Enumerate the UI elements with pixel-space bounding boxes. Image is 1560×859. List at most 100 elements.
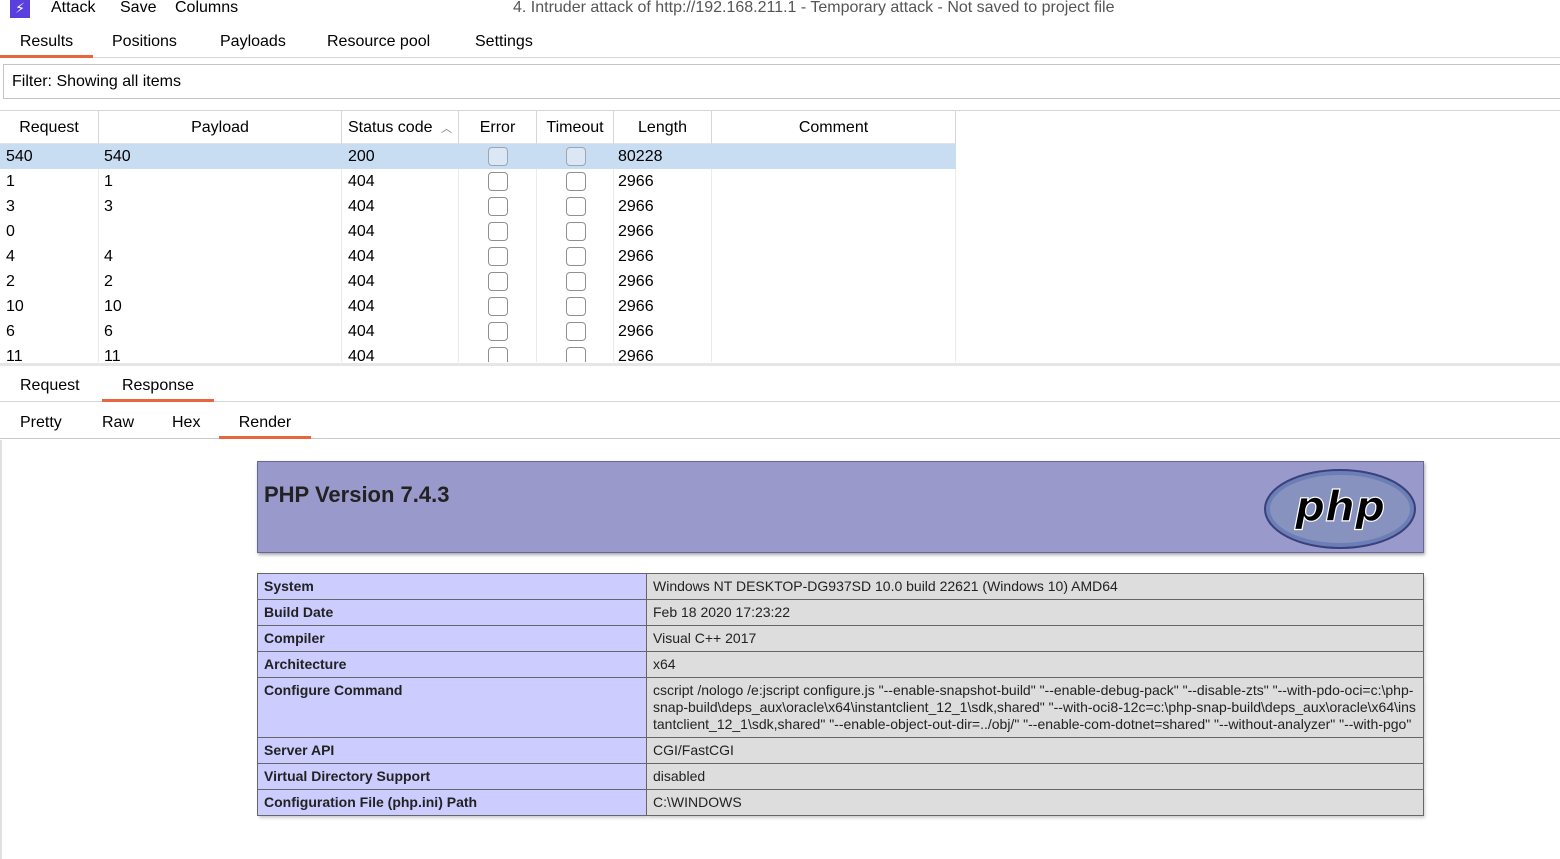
- tab-pretty[interactable]: Pretty: [20, 409, 62, 439]
- error-checkbox: [488, 197, 508, 216]
- column-header-length[interactable]: Length: [614, 111, 712, 144]
- column-header-comment[interactable]: Comment: [712, 111, 956, 144]
- timeout-checkbox: [566, 322, 586, 341]
- phpinfo-value: Windows NT DESKTOP-DG937SD 10.0 build 22…: [646, 573, 1424, 600]
- cell-request: 11: [6, 348, 23, 362]
- php-logo-icon: php: [1264, 469, 1416, 549]
- menu-columns[interactable]: Columns: [175, 0, 238, 18]
- phpinfo-key: Compiler: [257, 625, 647, 652]
- column-header-error[interactable]: Error: [459, 111, 537, 144]
- tab-raw[interactable]: Raw: [102, 409, 134, 439]
- phpinfo-key: Server API: [257, 737, 647, 764]
- tab-resource-pool[interactable]: Resource pool: [327, 28, 430, 58]
- cell-payload: 3: [104, 198, 113, 215]
- tab-payloads[interactable]: Payloads: [220, 28, 286, 58]
- error-checkbox: [488, 172, 508, 191]
- phpinfo-row: Build Date Feb 18 2020 17:23:22: [257, 599, 1424, 626]
- tab-hex[interactable]: Hex: [172, 409, 200, 439]
- phpinfo-key: Build Date: [257, 599, 647, 626]
- menu-attack[interactable]: Attack: [51, 0, 95, 18]
- column-header-timeout[interactable]: Timeout: [537, 111, 614, 144]
- phpinfo-row: Compiler Visual C++ 2017: [257, 625, 1424, 652]
- tab-results[interactable]: Results: [0, 28, 93, 58]
- phpinfo-key: Virtual Directory Support: [257, 763, 647, 790]
- cell-status-code: 404: [348, 198, 375, 215]
- cell-status-code: 404: [348, 298, 375, 315]
- error-checkbox: [488, 322, 508, 341]
- cell-payload: 6: [104, 323, 113, 340]
- window-title: 4. Intruder attack of http://192.168.211…: [513, 0, 1115, 16]
- cell-request: 4: [6, 248, 15, 265]
- error-checkbox: [488, 247, 508, 266]
- cell-payload: 10: [104, 298, 122, 315]
- cell-request: 6: [6, 323, 15, 340]
- phpinfo-row: Server API CGI/FastCGI: [257, 737, 1424, 764]
- error-checkbox: [488, 272, 508, 291]
- cell-status-code: 404: [348, 273, 375, 290]
- table-row[interactable]: 2 2 404 2966: [0, 269, 956, 294]
- cell-length: 2966: [618, 348, 654, 362]
- render-pane[interactable]: PHP Version 7.4.3 php System Windows NT D…: [0, 440, 1560, 859]
- phpinfo-table: System Windows NT DESKTOP-DG937SD 10.0 bu…: [257, 573, 1424, 816]
- column-header-request[interactable]: Request: [0, 111, 99, 144]
- phpinfo-row: Configuration File (php.ini) Path C:\WIND…: [257, 789, 1424, 816]
- phpinfo-key: System: [257, 573, 647, 600]
- table-row[interactable]: 0 404 2966: [0, 219, 956, 244]
- table-row[interactable]: 3 3 404 2966: [0, 194, 956, 219]
- table-row[interactable]: 4 4 404 2966: [0, 244, 956, 269]
- phpinfo-row: System Windows NT DESKTOP-DG937SD 10.0 bu…: [257, 573, 1424, 600]
- cell-status-code: 404: [348, 248, 375, 265]
- phpinfo-key: Architecture: [257, 651, 647, 678]
- timeout-checkbox: [566, 172, 586, 191]
- table-row[interactable]: 10 10 404 2966: [0, 294, 956, 319]
- sort-ascending-icon: ︿: [440, 123, 452, 135]
- tab-request[interactable]: Request: [20, 372, 80, 402]
- timeout-checkbox: [566, 147, 586, 166]
- phpinfo-value: x64: [646, 651, 1424, 678]
- tab-settings[interactable]: Settings: [475, 28, 533, 58]
- phpinfo-value: Feb 18 2020 17:23:22: [646, 599, 1424, 626]
- column-header-payload[interactable]: Payload: [99, 111, 342, 144]
- error-checkbox: [488, 297, 508, 316]
- menubar: ⚡ Attack Save Columns 4. Intruder attack…: [0, 0, 1560, 20]
- cell-status-code: 404: [348, 173, 375, 190]
- table-row[interactable]: 540 540 200 80228: [0, 144, 956, 169]
- table-row[interactable]: 6 6 404 2966: [0, 319, 956, 344]
- cell-status-code: 200: [348, 148, 375, 165]
- table-row[interactable]: 1 1 404 2966: [0, 169, 956, 194]
- phpinfo-row: Architecture x64: [257, 651, 1424, 678]
- cell-length: 2966: [618, 198, 654, 215]
- cell-request: 540: [6, 148, 33, 165]
- error-checkbox: [488, 147, 508, 166]
- tab-positions[interactable]: Positions: [112, 28, 177, 58]
- cell-request: 2: [6, 273, 15, 290]
- cell-length: 2966: [618, 298, 654, 315]
- error-checkbox: [488, 347, 508, 362]
- cell-request: 1: [6, 173, 15, 190]
- tab-response[interactable]: Response: [102, 372, 214, 402]
- cell-status-code: 404: [348, 223, 375, 240]
- results-table: Request Payload Status code ︿ Error Time…: [0, 110, 1560, 362]
- cell-request: 0: [6, 223, 15, 240]
- filter-bar[interactable]: Filter: Showing all items: [3, 64, 1560, 99]
- phpinfo-header: PHP Version 7.4.3 php: [257, 461, 1424, 553]
- timeout-checkbox: [566, 297, 586, 316]
- cell-request: 10: [6, 298, 24, 315]
- error-checkbox: [488, 222, 508, 241]
- cell-status-code: 404: [348, 348, 375, 362]
- phpinfo-key: Configuration File (php.ini) Path: [257, 789, 647, 816]
- cell-request: 3: [6, 198, 15, 215]
- lightning-icon: ⚡: [10, 0, 30, 18]
- phpinfo-row: Virtual Directory Support disabled: [257, 763, 1424, 790]
- phpinfo-value: Visual C++ 2017: [646, 625, 1424, 652]
- tab-render[interactable]: Render: [219, 409, 311, 439]
- split-divider[interactable]: [0, 363, 1560, 366]
- cell-payload: 11: [104, 348, 121, 362]
- cell-length: 2966: [618, 173, 654, 190]
- phpinfo-value: C:\WINDOWS: [646, 789, 1424, 816]
- menu-save[interactable]: Save: [120, 0, 156, 18]
- column-header-status-code[interactable]: Status code ︿: [342, 111, 459, 144]
- cell-length: 2966: [618, 273, 654, 290]
- cell-length: 2966: [618, 323, 654, 340]
- table-row[interactable]: 11 11 404 2966: [0, 344, 956, 362]
